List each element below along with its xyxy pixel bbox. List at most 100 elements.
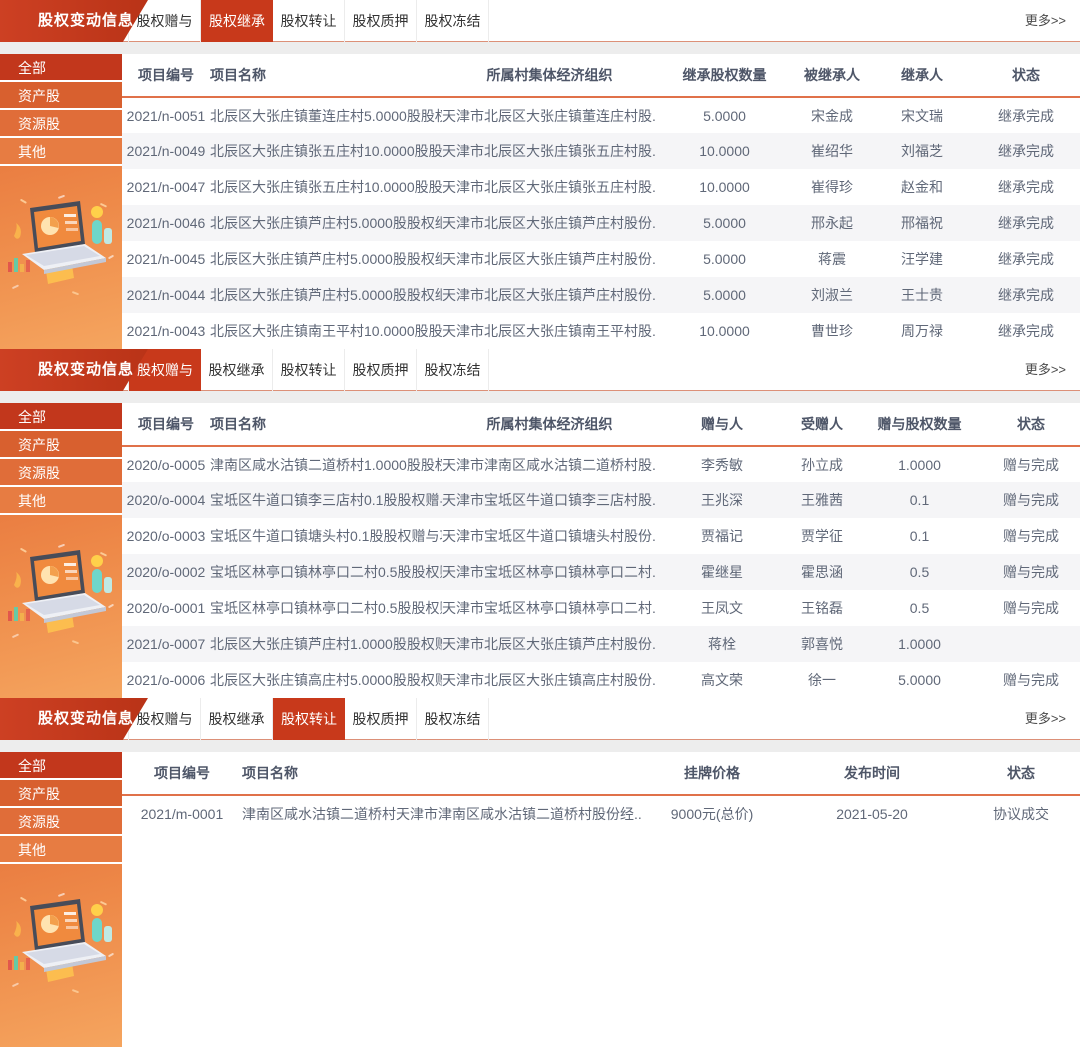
table-cell: 10.0000 — [657, 313, 792, 349]
tab-股权继承[interactable]: 股权继承 — [201, 698, 273, 740]
table-cell: 王雅茜 — [787, 482, 857, 518]
laptop-chart-illustration — [0, 194, 122, 304]
sidebar-item-资源股[interactable]: 资源股 — [0, 110, 122, 138]
table-area: 项目编号项目名称所属村集体经济组织赠与人受赠人赠与股权数量状态 2020/o-0… — [122, 403, 1080, 698]
table-cell: 0.5 — [857, 590, 982, 626]
sidebar-items: 全部资产股资源股其他 — [0, 403, 122, 515]
tab-股权冻结[interactable]: 股权冻结 — [417, 0, 489, 42]
table-row[interactable]: 2021/o-0006北辰区大张庄镇高庄村5.0000股股权赠与...天津市北辰… — [122, 662, 1080, 698]
column-header: 继承人 — [872, 54, 972, 97]
table-cell: 2021/n-0047 — [122, 169, 210, 205]
table-row[interactable]: 2021/n-0044北辰区大张庄镇芦庄村5.0000股股权继承...天津市北辰… — [122, 277, 1080, 313]
sidebar-item-资源股[interactable]: 资源股 — [0, 459, 122, 487]
table-cell: 2021/n-0044 — [122, 277, 210, 313]
sidebar-item-资产股[interactable]: 资产股 — [0, 780, 122, 808]
column-header: 赠与人 — [657, 403, 787, 446]
table-cell: 高文荣 — [657, 662, 787, 698]
tab-股权转让[interactable]: 股权转让 — [273, 698, 345, 740]
table-cell: 蒋栓 — [657, 626, 787, 662]
sidebar-item-其他[interactable]: 其他 — [0, 836, 122, 864]
table-row[interactable]: 2021/n-0047北辰区大张庄镇张五庄村10.0000股股权继...天津市北… — [122, 169, 1080, 205]
table-cell: 2021/m-0001 — [122, 795, 242, 831]
table-row[interactable]: 2020/o-0003宝坻区牛道口镇塘头村0.1股股权赠与项目天津市宝坻区牛道口… — [122, 518, 1080, 554]
tab-bar-tabs: 股权赠与股权继承股权转让股权质押股权冻结 — [128, 0, 1080, 42]
table-cell: 曹世珍 — [792, 313, 872, 349]
sidebar-item-全部[interactable]: 全部 — [0, 752, 122, 780]
sidebar-item-资源股[interactable]: 资源股 — [0, 808, 122, 836]
section-gap — [0, 391, 1080, 403]
sidebar-item-其他[interactable]: 其他 — [0, 487, 122, 515]
table-cell: 北辰区大张庄镇董连庄村5.0000股股权继... — [210, 97, 442, 133]
tab-股权质押[interactable]: 股权质押 — [345, 349, 417, 391]
table-cell: 5.0000 — [657, 97, 792, 133]
tab-股权转让[interactable]: 股权转让 — [273, 349, 345, 391]
tab-股权冻结[interactable]: 股权冻结 — [417, 349, 489, 391]
table-body: 2020/o-0005津南区咸水沽镇二道桥村1.0000股股权赠...天津市津南… — [122, 446, 1080, 698]
table-row[interactable]: 2020/o-0005津南区咸水沽镇二道桥村1.0000股股权赠...天津市津南… — [122, 446, 1080, 482]
sidebar-item-资产股[interactable]: 资产股 — [0, 82, 122, 110]
table-cell: 天津市北辰区大张庄镇芦庄村股份... — [442, 277, 657, 313]
table-cell: 王凤文 — [657, 590, 787, 626]
table-cell: 继承完成 — [972, 133, 1080, 169]
table-cell: 北辰区大张庄镇芦庄村5.0000股股权继承... — [210, 205, 442, 241]
table-row[interactable]: 2021/n-0046北辰区大张庄镇芦庄村5.0000股股权继承...天津市北辰… — [122, 205, 1080, 241]
table-cell: 2021/n-0043 — [122, 313, 210, 349]
tab-bar: 股权变动信息 股权赠与股权继承股权转让股权质押股权冻结 更多>> — [0, 698, 1080, 740]
table-row[interactable]: 2020/o-0004宝坻区牛道口镇李三店村0.1股股权赠与项目天津市宝坻区牛道… — [122, 482, 1080, 518]
tab-股权质押[interactable]: 股权质押 — [345, 698, 417, 740]
more-link[interactable]: 更多>> — [1025, 0, 1066, 42]
table-row[interactable]: 2021/o-0007北辰区大张庄镇芦庄村1.0000股股权赠与...天津市北辰… — [122, 626, 1080, 662]
table-cell: 北辰区大张庄镇芦庄村5.0000股股权继承... — [210, 241, 442, 277]
table-cell: 继承完成 — [972, 169, 1080, 205]
table-cell: 天津市北辰区大张庄镇芦庄村股份... — [442, 205, 657, 241]
table-row[interactable]: 2021/m-0001津南区咸水沽镇二道桥村天津市津南区咸水沽镇二道桥村股份经.… — [122, 795, 1080, 831]
table-row[interactable]: 2021/n-0049北辰区大张庄镇张五庄村10.0000股股权继...天津市北… — [122, 133, 1080, 169]
tab-股权质押[interactable]: 股权质押 — [345, 0, 417, 42]
sidebar-item-资产股[interactable]: 资产股 — [0, 431, 122, 459]
table-row[interactable]: 2021/n-0051北辰区大张庄镇董连庄村5.0000股股权继...天津市北辰… — [122, 97, 1080, 133]
table-cell: 天津市北辰区大张庄镇高庄村股份... — [442, 662, 657, 698]
table-row[interactable]: 2021/n-0043北辰区大张庄镇南王平村10.0000股股权继...天津市北… — [122, 313, 1080, 349]
table-cell: 津南区咸水沽镇二道桥村1.0000股股权赠... — [210, 446, 442, 482]
table-area: 项目编号项目名称所属村集体经济组织继承股权数量被继承人继承人状态 2021/n-… — [122, 54, 1080, 349]
table-cell: 0.1 — [857, 482, 982, 518]
tab-股权转让[interactable]: 股权转让 — [273, 0, 345, 42]
table-cell: 崔绍华 — [792, 133, 872, 169]
table-cell: 霍继星 — [657, 554, 787, 590]
table-header-row: 项目编号项目名称所属村集体经济组织赠与人受赠人赠与股权数量状态 — [122, 403, 1080, 446]
table-cell: 郭喜悦 — [787, 626, 857, 662]
table-cell: 崔得珍 — [792, 169, 872, 205]
section-ribbon: 股权变动信息 — [0, 698, 148, 740]
table-row[interactable]: 2021/n-0045北辰区大张庄镇芦庄村5.0000股股权继承...天津市北辰… — [122, 241, 1080, 277]
table-cell: 2020/o-0003 — [122, 518, 210, 554]
more-link[interactable]: 更多>> — [1025, 349, 1066, 391]
table-cell: 继承完成 — [972, 313, 1080, 349]
table-cell: 贾福记 — [657, 518, 787, 554]
tab-股权冻结[interactable]: 股权冻结 — [417, 698, 489, 740]
table-cell: 天津市北辰区大张庄镇芦庄村股份... — [442, 626, 657, 662]
table-cell: 10.0000 — [657, 169, 792, 205]
table-cell: 宝坻区牛道口镇李三店村0.1股股权赠与项目 — [210, 482, 442, 518]
tab-股权继承[interactable]: 股权继承 — [201, 0, 273, 42]
more-link[interactable]: 更多>> — [1025, 698, 1066, 740]
sidebar-item-全部[interactable]: 全部 — [0, 54, 122, 82]
table-cell: 刘福芝 — [872, 133, 972, 169]
table-cell: 赠与完成 — [982, 482, 1080, 518]
table-cell: 王铭磊 — [787, 590, 857, 626]
table-cell: 天津市北辰区大张庄镇芦庄村股份... — [442, 241, 657, 277]
table-cell: 继承完成 — [972, 241, 1080, 277]
table-cell — [982, 626, 1080, 662]
column-header: 项目名称 — [210, 403, 442, 446]
table-cell: 赵金和 — [872, 169, 972, 205]
sidebar-item-全部[interactable]: 全部 — [0, 403, 122, 431]
sidebar-item-其他[interactable]: 其他 — [0, 138, 122, 166]
table-row[interactable]: 2020/o-0002宝坻区林亭口镇林亭口二村0.5股股权赠与...天津市宝坻区… — [122, 554, 1080, 590]
tab-股权继承[interactable]: 股权继承 — [201, 349, 273, 391]
category-sidebar: 全部资产股资源股其他 — [0, 403, 122, 698]
column-header: 挂牌价格 — [642, 752, 782, 795]
table-cell: 10.0000 — [657, 133, 792, 169]
table-row[interactable]: 2020/o-0001宝坻区林亭口镇林亭口二村0.5股股权赠与...天津市宝坻区… — [122, 590, 1080, 626]
table-cell: 汪学建 — [872, 241, 972, 277]
table-cell: 2020/o-0001 — [122, 590, 210, 626]
table-cell: 刘淑兰 — [792, 277, 872, 313]
